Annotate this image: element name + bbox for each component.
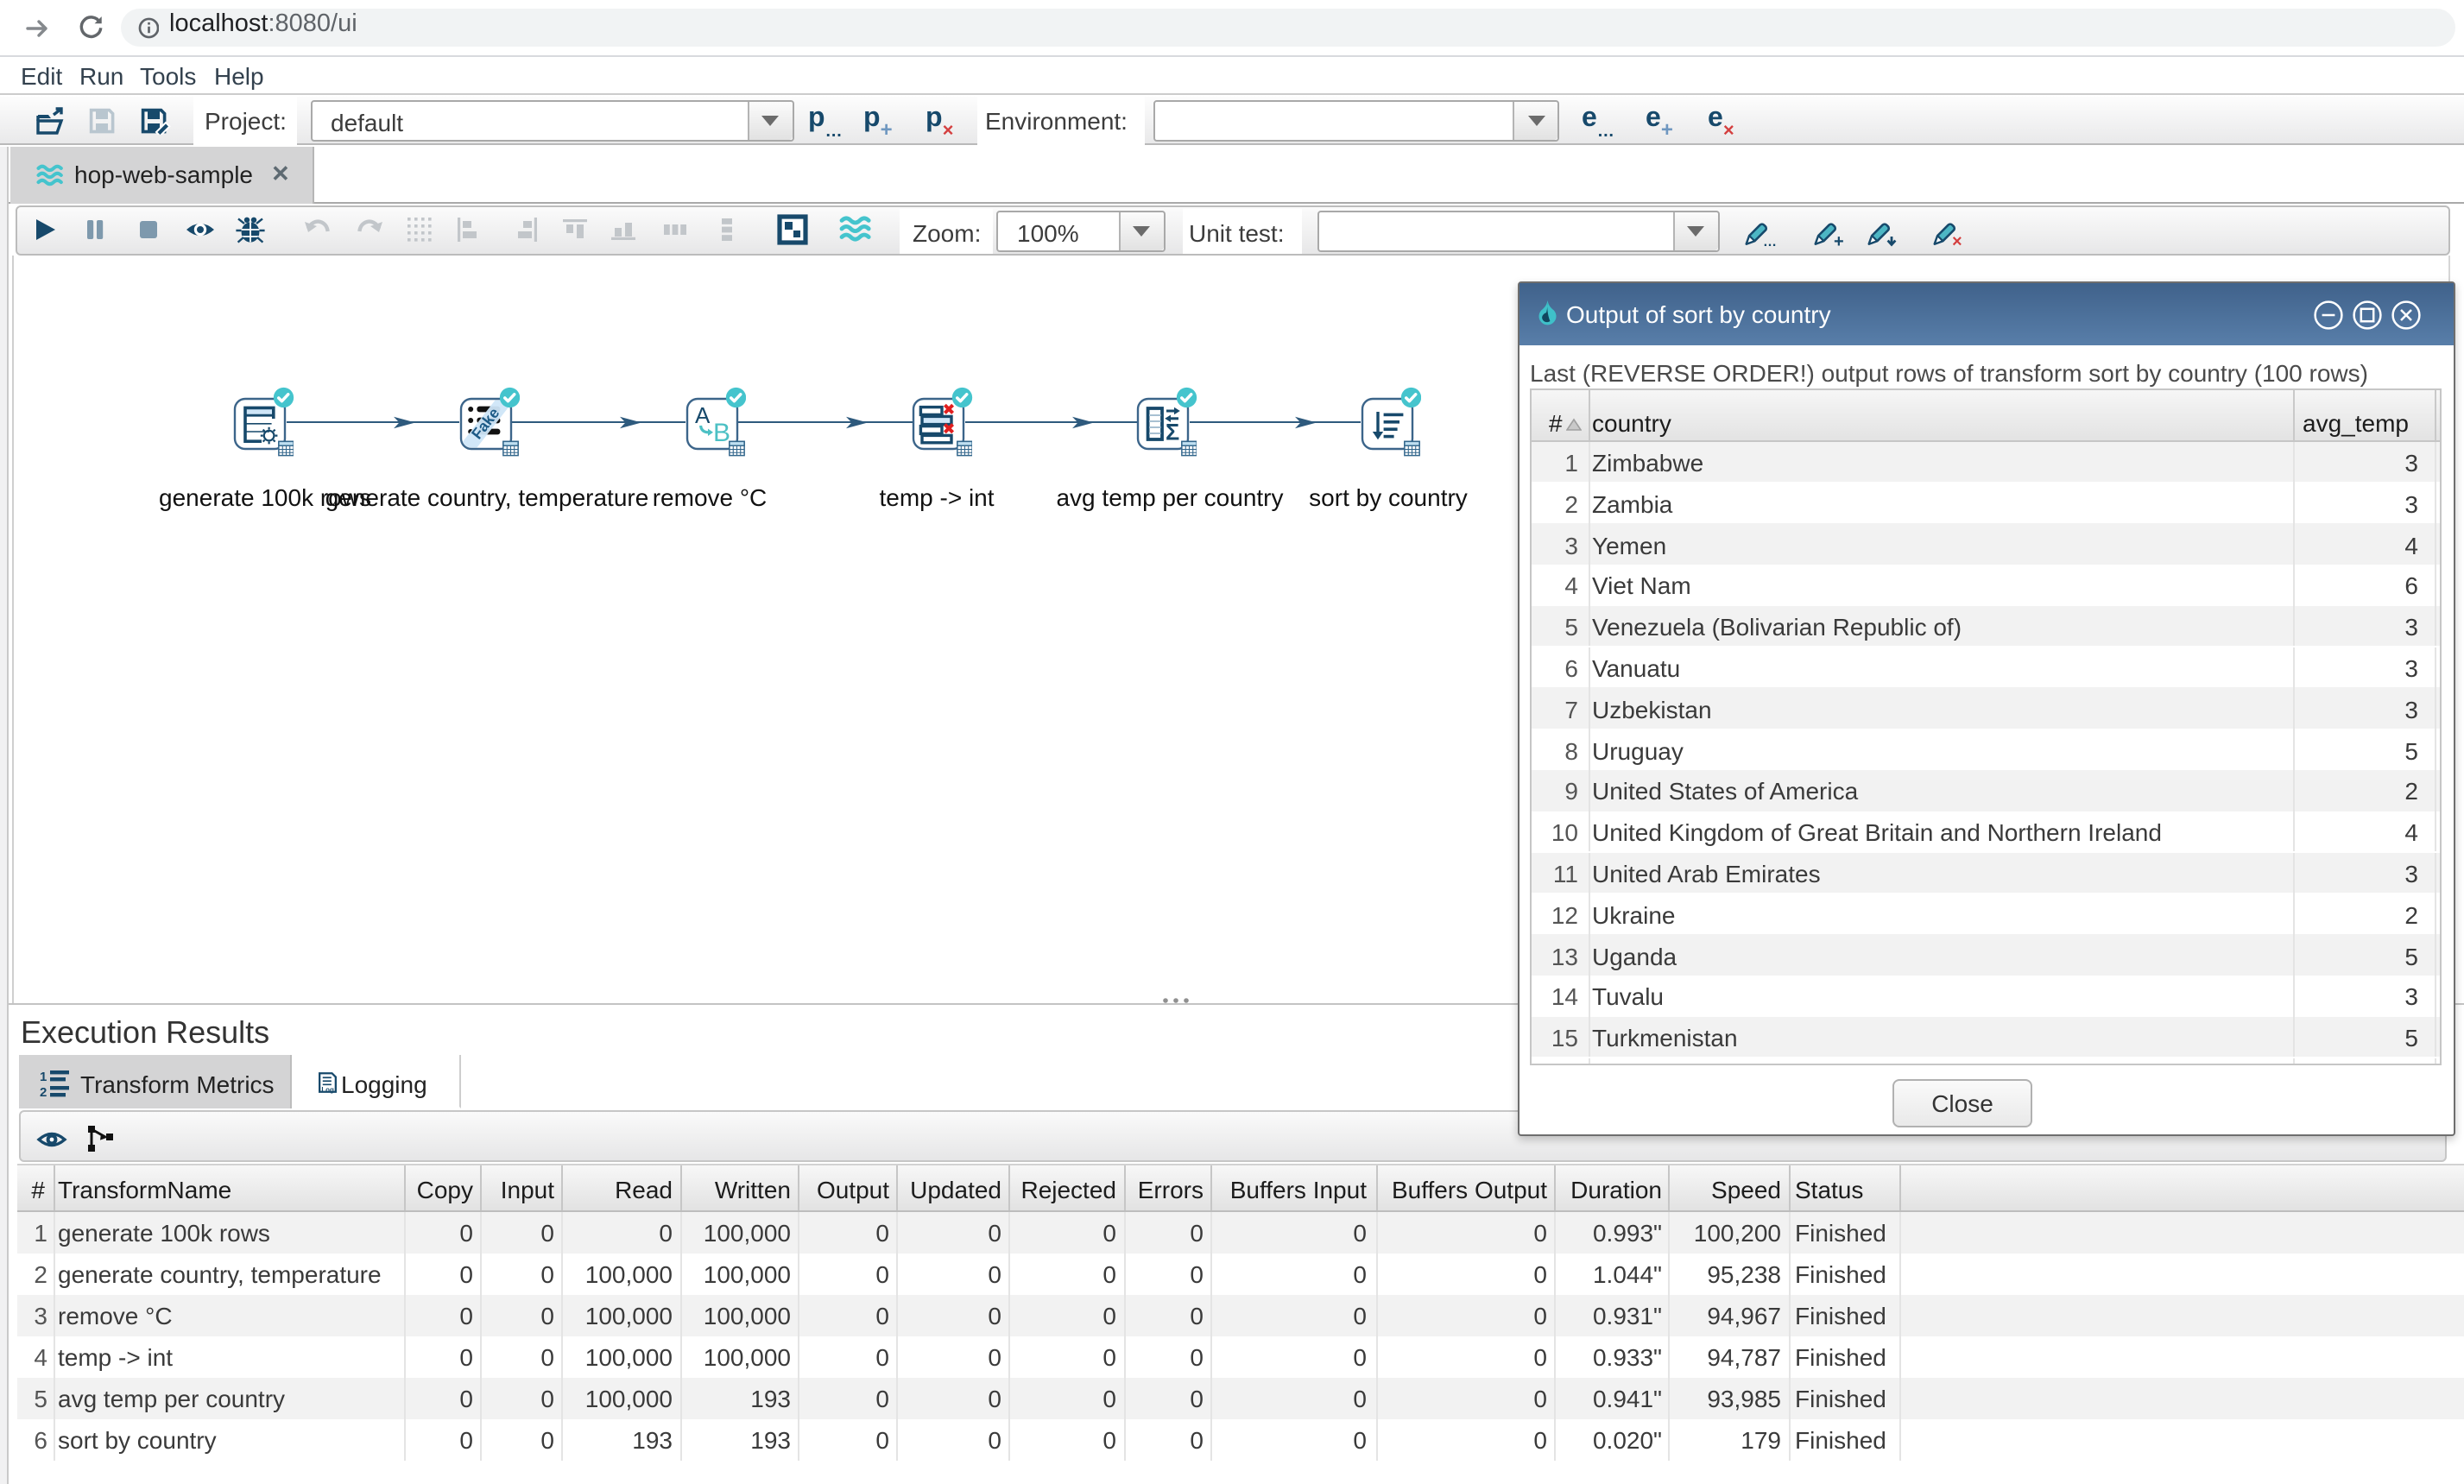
svg-text:2: 2	[39, 1084, 46, 1097]
svg-text:1: 1	[39, 1069, 46, 1083]
svg-text:Log: Log	[320, 1086, 333, 1094]
svg-text:Σ: Σ	[1166, 419, 1179, 445]
svg-text:+: +	[1833, 231, 1843, 248]
svg-text:…: …	[1763, 234, 1777, 248]
svg-text:×: ×	[1951, 231, 1962, 248]
svg-text:B: B	[712, 418, 730, 446]
svg-text:A: A	[694, 401, 710, 427]
